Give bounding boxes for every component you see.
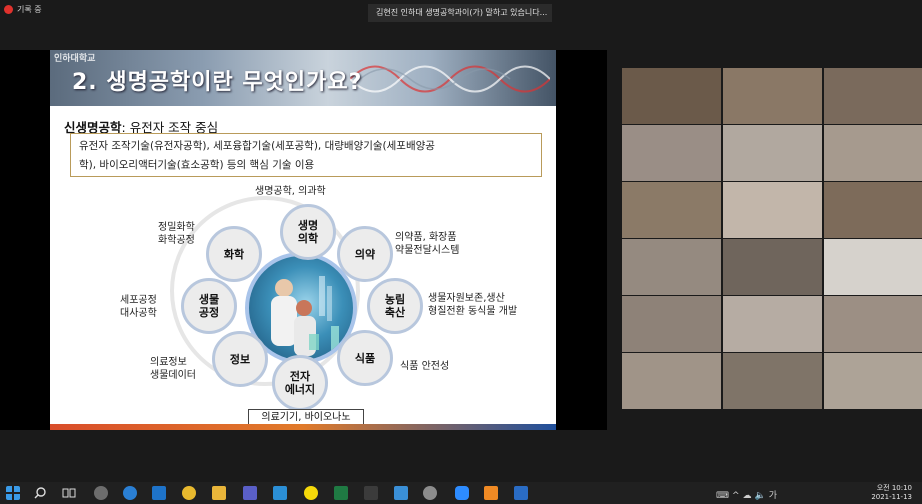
definition-box: 유전자 조작기술(유전자공학), 세포융합기술(세포공학), 대량배양기술(세포…: [70, 133, 542, 177]
settings-icon[interactable]: [94, 486, 108, 500]
definition-line-2: 학), 바이오리액터기술(효소공학) 등의 핵심 기술 이용: [79, 159, 315, 171]
presentation-slide: 인하대학교 2. 생명공학이란 무엇인가요? 신생명공학: 유전자 조작 중심 …: [50, 50, 556, 430]
clock-date: 2021-11-13: [871, 493, 912, 501]
app-icon[interactable]: [423, 486, 437, 500]
participant-video[interactable]: [723, 239, 822, 295]
node-biomedicine: 생명 의학: [280, 204, 336, 260]
active-speaker-banner: 김현진 인하대 생명공학과이(가) 말하고 있습니다...: [368, 4, 552, 22]
node-label: 정보: [229, 352, 251, 366]
app-icon[interactable]: [273, 486, 287, 500]
slide-logo: 인하대학교: [54, 54, 96, 64]
clock-time: 오전 10:10: [876, 484, 912, 492]
participant-video[interactable]: [723, 182, 822, 238]
ime-indicator[interactable]: 가: [769, 491, 780, 501]
participant-video[interactable]: [723, 68, 822, 124]
system-tray[interactable]: ⌨^☁🔈가: [716, 488, 780, 501]
desc-agriculture: 생물자원보존,생산 형질전환 동식물 개발: [428, 293, 518, 317]
participant-video[interactable]: [622, 182, 721, 238]
slide-title: 2. 생명공학이란 무엇인가요?: [72, 70, 363, 95]
desc-information: 의료정보 생물데이터: [150, 357, 196, 381]
desc-food: 식품 안전성: [400, 361, 450, 372]
recording-indicator[interactable]: 기록 중: [4, 4, 42, 15]
desc-pharmaceutical: 의약품, 화장품 약물전달시스템: [395, 232, 460, 256]
excel-icon[interactable]: [334, 486, 348, 500]
app-icon[interactable]: [394, 486, 408, 500]
kakaotalk-icon[interactable]: [304, 486, 318, 500]
node-label: 생명 의학: [297, 219, 319, 245]
node-electronics-energy: 전자 에너지: [272, 355, 328, 411]
desc-biomedicine: 생명공학, 의과학: [255, 186, 326, 197]
top-bar: 기록 중 김현진 인하대 생명공학과이(가) 말하고 있습니다...: [0, 0, 922, 22]
chrome-icon[interactable]: [182, 486, 196, 500]
taskbar-clock[interactable]: 오전 10:10 2021-11-13: [871, 484, 912, 502]
teams-icon[interactable]: [243, 486, 257, 500]
node-label: 화학: [223, 247, 245, 261]
participant-video[interactable]: [622, 239, 721, 295]
shared-screen: 인하대학교 2. 생명공학이란 무엇인가요? 신생명공학: 유전자 조작 중심 …: [0, 50, 607, 430]
participant-video[interactable]: [622, 68, 721, 124]
participant-video[interactable]: [723, 353, 822, 409]
definition-line-1: 유전자 조작기술(유전자공학), 세포융합기술(세포공학), 대량배양기술(세포…: [79, 140, 435, 152]
participant-video[interactable]: [622, 353, 721, 409]
desc-bioprocess: 세포공정 대사공학: [120, 295, 157, 319]
node-label: 식품: [354, 351, 376, 365]
dna-helix-decoration: [350, 65, 550, 93]
app-icon[interactable]: [514, 486, 528, 500]
participant-video[interactable]: [723, 296, 822, 352]
node-bioprocess: 생물 공정: [181, 278, 237, 334]
keyboard-icon[interactable]: ⌨: [716, 491, 732, 501]
node-agriculture: 농림 축산: [367, 278, 423, 334]
participant-video[interactable]: [622, 125, 721, 181]
participant-video[interactable]: [723, 125, 822, 181]
desc-chemistry: 정밀화학 화학공정: [158, 222, 195, 246]
slide-header: 인하대학교 2. 생명공학이란 무엇인가요?: [50, 50, 556, 106]
node-information: 정보: [212, 331, 268, 387]
task-view-icon[interactable]: [62, 486, 76, 500]
slide-footer-bar: [50, 424, 556, 430]
file-explorer-icon[interactable]: [212, 486, 226, 500]
participant-video[interactable]: [824, 353, 922, 409]
recording-icon: [4, 5, 13, 14]
cloud-icon[interactable]: ☁: [743, 491, 755, 501]
tray-chevron-icon[interactable]: ^: [732, 491, 743, 501]
participant-video[interactable]: [824, 182, 922, 238]
participant-video[interactable]: [824, 68, 922, 124]
node-label: 전자 에너지: [284, 370, 316, 396]
node-label: 의약: [354, 247, 376, 261]
node-pharmaceutical: 의약: [337, 226, 393, 282]
search-icon[interactable]: [33, 486, 47, 500]
participant-video[interactable]: [622, 296, 721, 352]
node-food: 식품: [337, 330, 393, 386]
windows-taskbar: ⌨^☁🔈가 오전 10:10 2021-11-13: [0, 482, 922, 504]
participant-gallery: [619, 65, 922, 415]
node-chemistry: 화학: [206, 226, 262, 282]
speaker-icon[interactable]: 🔈: [755, 491, 769, 501]
windows-start-icon[interactable]: [6, 486, 20, 500]
zoom-icon[interactable]: [455, 486, 469, 500]
node-label: 농림 축산: [384, 293, 406, 319]
recording-label: 기록 중: [17, 5, 42, 14]
app-icon[interactable]: [364, 486, 378, 500]
participant-video[interactable]: [824, 239, 922, 295]
node-label: 생물 공정: [198, 293, 220, 319]
internet-explorer-icon[interactable]: [152, 486, 166, 500]
participant-video[interactable]: [824, 125, 922, 181]
vlc-icon[interactable]: [484, 486, 498, 500]
participant-video[interactable]: [824, 296, 922, 352]
edge-icon[interactable]: [123, 486, 137, 500]
